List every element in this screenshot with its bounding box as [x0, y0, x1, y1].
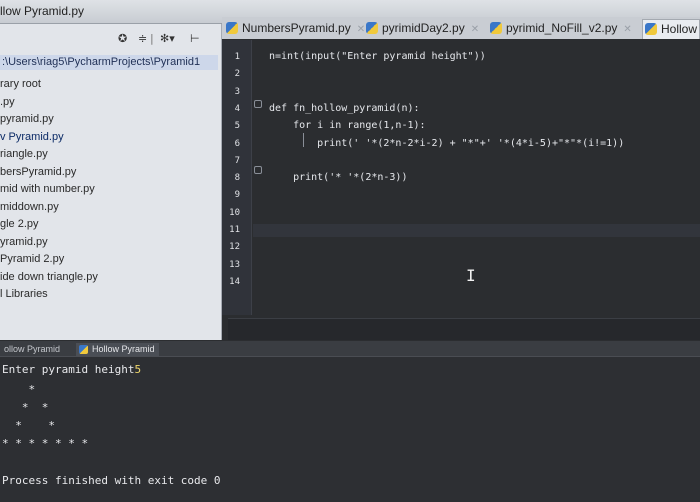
line-number: 11 — [229, 225, 240, 235]
text-cursor-icon: I — [466, 266, 476, 285]
console-output-line: * * * * * * * — [2, 437, 89, 450]
toolbar-divider: | — [150, 32, 154, 45]
close-icon[interactable]: ✕ — [471, 24, 479, 35]
line-number: 6 — [234, 138, 240, 149]
python-file-icon — [366, 22, 378, 34]
tab-label: NumbersPyramid.py — [242, 21, 351, 35]
close-icon[interactable]: ✕ — [623, 24, 631, 35]
run-console[interactable]: Enter pyramid height5 * * * * * * * * * *… — [0, 357, 700, 502]
code-editor[interactable]: n=int(input("Enter pyramid height")) def … — [253, 40, 700, 315]
tree-item[interactable]: bersPyramid.py — [0, 164, 222, 182]
tree-item[interactable]: gle 2.py — [0, 216, 222, 234]
line-number: 9 — [234, 190, 240, 201]
tab-pyrimid-day2[interactable]: pyrimidDay2.py ✕ — [364, 19, 486, 39]
python-file-icon — [226, 22, 238, 34]
line-number: 4 — [234, 103, 240, 114]
tree-item[interactable]: ide down triangle.py — [0, 269, 222, 287]
tree-item[interactable]: mid with number.py — [0, 181, 222, 199]
line-number-gutter: 1 2 3 4 5 6 7 8 9 10 11 12 13 14 — [222, 40, 252, 315]
tab-label: Hollow P — [661, 22, 699, 36]
run-tab-hollow-pyramid[interactable]: Hollow Pyramid — [76, 343, 159, 356]
console-prompt: Enter pyramid height — [2, 363, 135, 376]
code-line: def fn_hollow_pyramid(n): — [269, 102, 420, 114]
console-prompt-line: Enter pyramid height5 — [2, 363, 141, 376]
tab-numbers-pyramid[interactable]: NumbersPyramid.py ✕ — [224, 19, 365, 39]
editor-tab-bar: NumbersPyramid.py ✕ pyrimidDay2.py ✕ pyrim… — [222, 17, 700, 39]
code-line: print(' '*(2*n-2*i-2) + "*"+' '*(4*i-5)+… — [269, 137, 625, 149]
tree-item[interactable]: Pyramid 2.py — [0, 251, 222, 269]
line-number: 8 — [234, 173, 240, 184]
line-number: 1 — [234, 52, 240, 62]
run-tab-label: Hollow Pyramid — [92, 344, 155, 354]
code-line: for i in range(1,n-1): — [269, 120, 426, 132]
line-number: 2 — [234, 69, 240, 80]
line-number: 10 — [229, 207, 240, 218]
tree-item[interactable]: v Pyramid.py — [0, 129, 222, 147]
current-line-highlight — [253, 224, 700, 237]
code-line: print('* '*(2*n-3)) — [269, 172, 408, 184]
python-run-icon — [79, 345, 88, 354]
project-file-tree: rary root .py pyramid.py v Pyramid.py riangl… — [0, 76, 222, 304]
run-tab-hollow-pyramid-previous[interactable]: ollow Pyramid — [0, 343, 64, 356]
line-number: 5 — [234, 121, 240, 132]
tab-label: pyrimid_NoFill_v2.py — [506, 21, 618, 35]
line-number: 12 — [229, 242, 240, 253]
console-output-line: * * — [2, 401, 49, 414]
fold-icon[interactable] — [254, 166, 262, 174]
tree-item[interactable]: middown.py — [0, 199, 222, 217]
python-file-icon — [645, 23, 657, 35]
console-exit-message: Process finished with exit code 0 — [2, 474, 221, 487]
line-number: 13 — [229, 259, 240, 270]
console-input-value: 5 — [134, 363, 142, 376]
tree-item[interactable]: .py — [0, 94, 222, 112]
collapse-icon[interactable]: ⊢ — [190, 32, 200, 46]
line-number: 7 — [234, 155, 240, 166]
tab-pyrimid-nofill-v2[interactable]: pyrimid_NoFill_v2.py ✕ — [488, 19, 640, 39]
tree-item[interactable]: yramid.py — [0, 234, 222, 252]
fold-icon[interactable] — [254, 100, 262, 108]
console-output-line: * * — [2, 419, 55, 432]
editor-horizontal-scrollbar[interactable] — [228, 318, 700, 340]
python-file-icon — [490, 22, 502, 34]
tree-item[interactable]: rary root — [0, 76, 222, 94]
line-number: 3 — [234, 86, 240, 97]
gear-icon[interactable]: ✪ — [118, 32, 127, 46]
tab-hollow-pyramid[interactable]: Hollow P — [642, 19, 700, 39]
tab-label: pyrimidDay2.py — [382, 21, 465, 35]
tree-item[interactable]: riangle.py — [0, 146, 222, 164]
code-line: n=int(input("Enter pyramid height")) — [269, 51, 486, 62]
tree-item[interactable]: pyramid.py — [0, 111, 222, 129]
window-title: llow Pyramid.py — [0, 4, 85, 18]
settings-icon[interactable]: ✻▾ — [160, 32, 175, 46]
project-root-path[interactable]: :\Users\riag5\PycharmProjects\Pyramid1 — [0, 55, 218, 70]
console-output-line: * — [2, 383, 36, 396]
run-tab-bar: ollow Pyramid Hollow Pyramid — [0, 341, 700, 357]
project-panel: ✪ ≑ | ✻▾ ⊢ :\Users\riag5\PycharmProjects… — [0, 24, 222, 340]
indent-guide — [303, 133, 304, 147]
split-icon[interactable]: ≑ — [138, 32, 147, 46]
tree-item[interactable]: l Libraries — [0, 286, 222, 304]
line-number: 14 — [229, 276, 240, 287]
project-panel-toolbar: ✪ ≑ | ✻▾ ⊢ — [0, 30, 222, 48]
